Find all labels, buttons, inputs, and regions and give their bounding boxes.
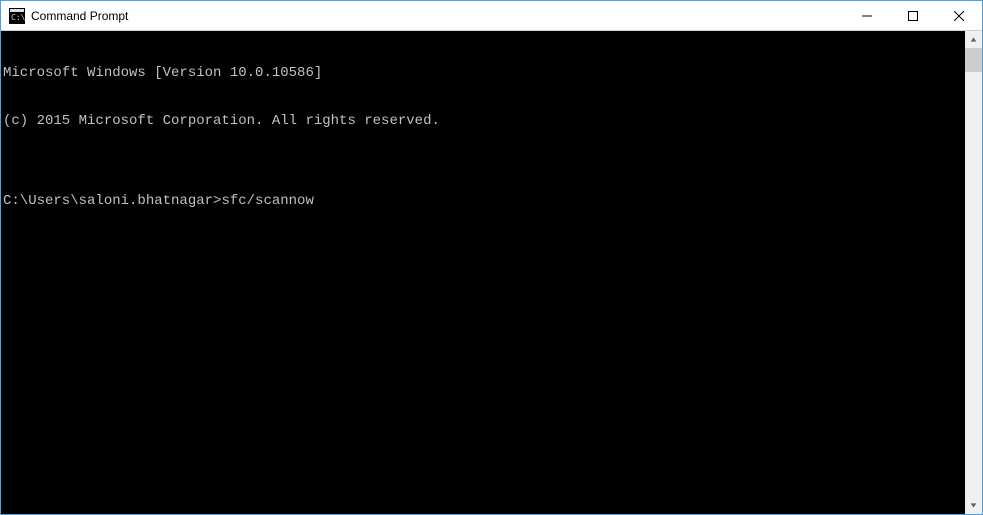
command-prompt-window: C:\ Command Prompt Microsoft Windows [Ve… <box>0 0 983 515</box>
svg-text:C:\: C:\ <box>11 13 25 22</box>
scroll-down-button[interactable] <box>965 497 982 514</box>
window-controls <box>844 1 982 30</box>
window-title: Command Prompt <box>31 9 844 23</box>
scroll-up-button[interactable] <box>965 31 982 48</box>
vertical-scrollbar[interactable] <box>965 31 982 514</box>
terminal-line: Microsoft Windows [Version 10.0.10586] <box>3 65 965 81</box>
titlebar[interactable]: C:\ Command Prompt <box>1 1 982 31</box>
terminal-line: (c) 2015 Microsoft Corporation. All righ… <box>3 113 965 129</box>
scroll-thumb[interactable] <box>965 48 982 72</box>
command-prompt-icon: C:\ <box>9 8 25 24</box>
terminal-output[interactable]: Microsoft Windows [Version 10.0.10586] (… <box>1 31 965 514</box>
close-button[interactable] <box>936 1 982 30</box>
scroll-track[interactable] <box>965 48 982 497</box>
content-area: Microsoft Windows [Version 10.0.10586] (… <box>1 31 982 514</box>
prompt-text: C:\Users\saloni.bhatnagar> <box>3 193 221 209</box>
command-input[interactable]: sfc/scannow <box>221 193 313 209</box>
maximize-button[interactable] <box>890 1 936 30</box>
minimize-button[interactable] <box>844 1 890 30</box>
prompt-line: C:\Users\saloni.bhatnagar>sfc/scannow <box>3 193 965 209</box>
